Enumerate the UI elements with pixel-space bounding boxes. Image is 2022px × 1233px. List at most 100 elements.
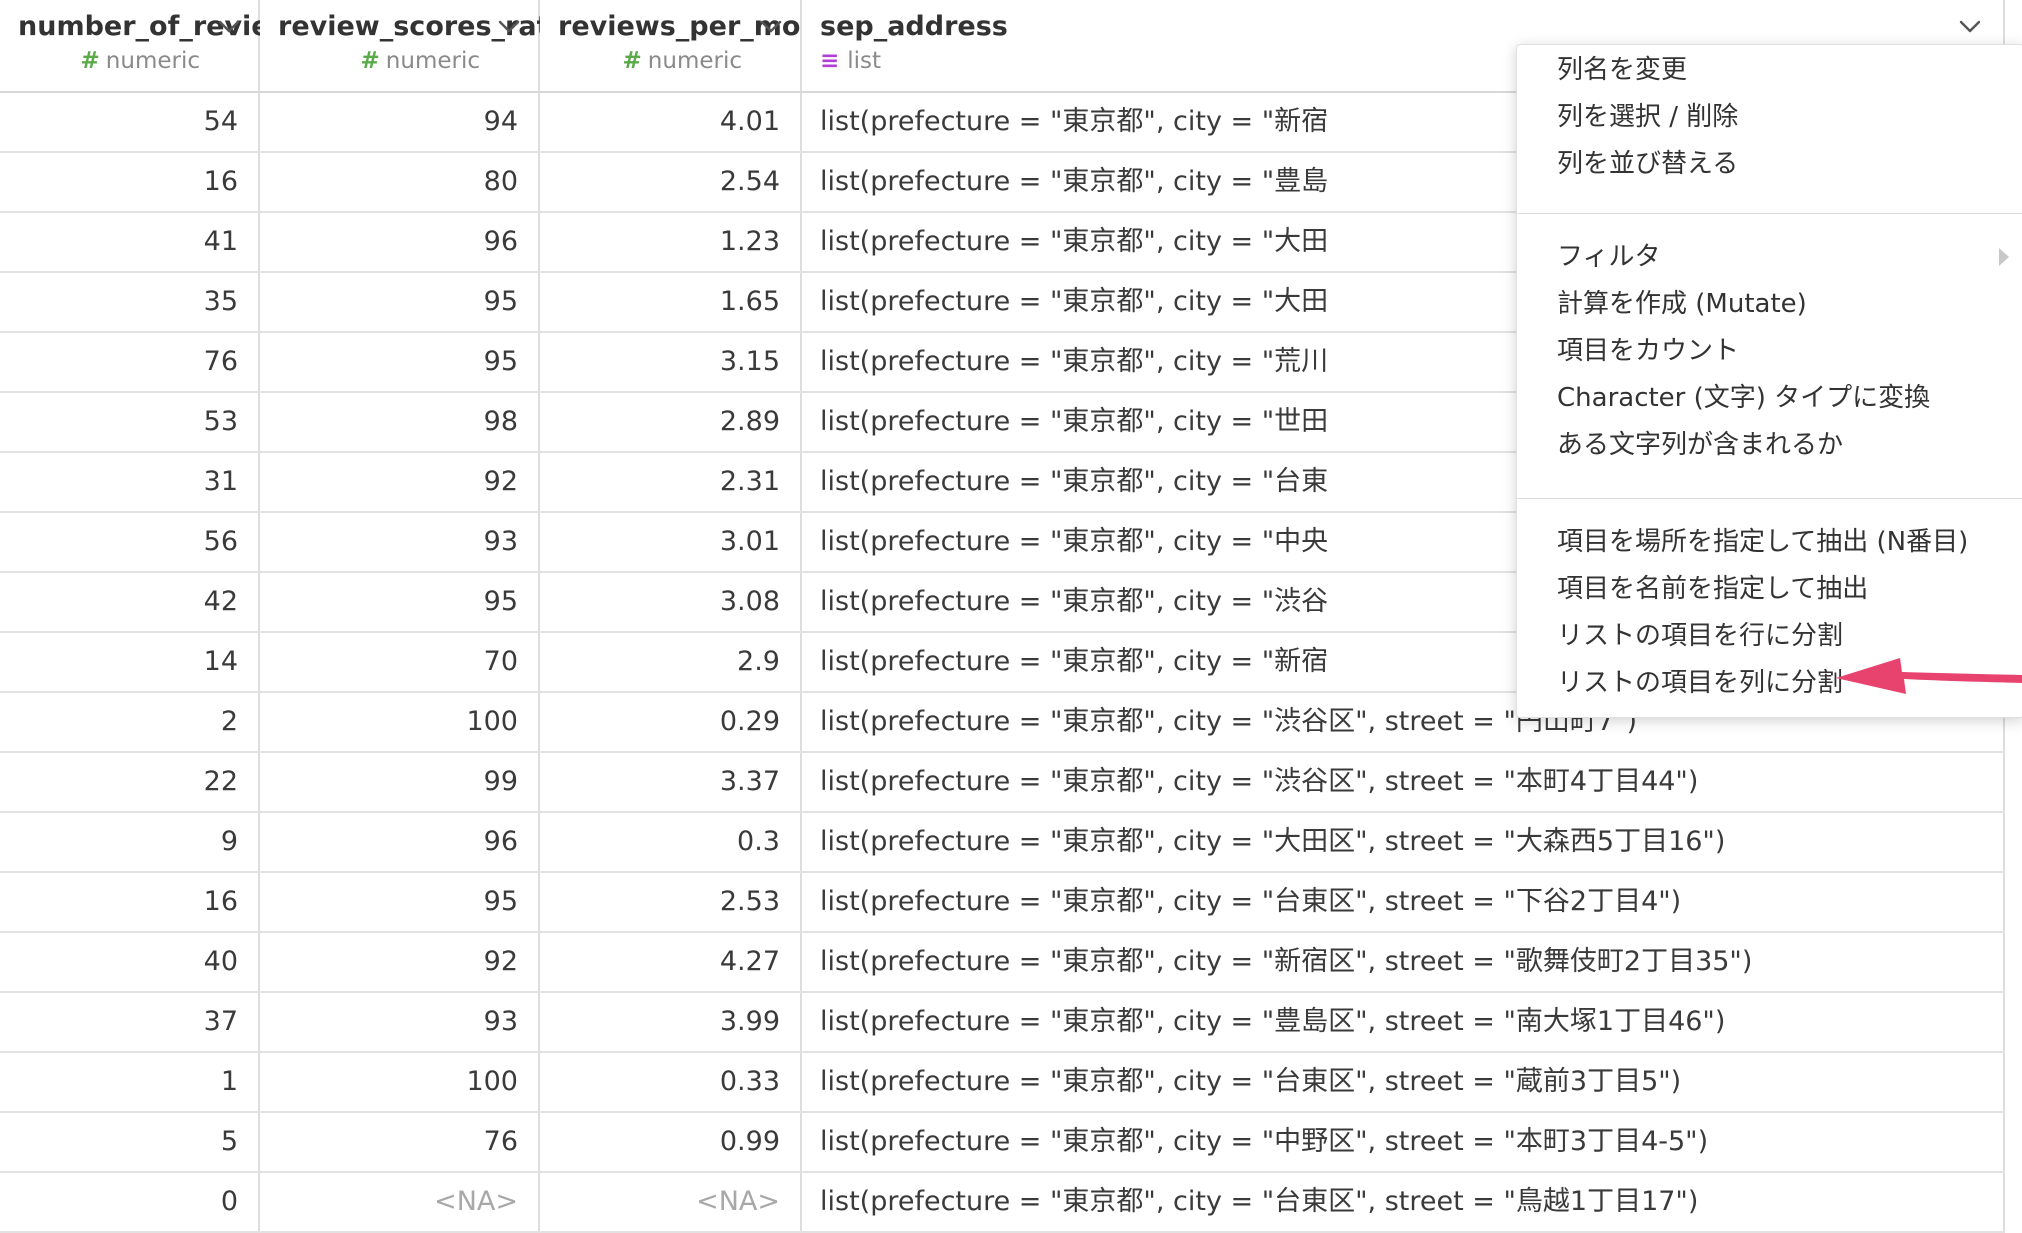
column-context-menu: 列名を変更 列を選択 / 削除 列を並び替える フィルタ 計算を作成 (Mutate) 項… xyxy=(1516,44,2022,718)
table-cell-number-of-reviews: 16 xyxy=(0,153,260,211)
table-cell-reviews-per-month: 3.99 xyxy=(540,993,802,1051)
table-cell-review-scores-rating: 99 xyxy=(260,753,540,811)
table-cell-review-scores-rating: 96 xyxy=(260,813,540,871)
table-cell-sep-address: list(prefecture = "東京都", city = "中野区", s… xyxy=(802,1113,2005,1171)
table-cell-number-of-reviews: 37 xyxy=(0,993,260,1051)
table-cell-review-scores-rating: 94 xyxy=(260,93,540,151)
table-row: 37 93 3.99 list(prefecture = "東京都", city = … xyxy=(0,993,2005,1053)
menu-item[interactable]: 計算を作成 (Mutate) xyxy=(1557,282,1807,326)
table-cell-review-scores-rating: 96 xyxy=(260,213,540,271)
menu-item[interactable]: 項目をカウント xyxy=(1557,329,1739,373)
table-row: 9 96 0.3 list(prefecture = "東京都", city = "大… xyxy=(0,813,2005,873)
table-cell-review-scores-rating: 76 xyxy=(260,1113,540,1171)
table-cell-reviews-per-month: 3.01 xyxy=(540,513,802,571)
chevron-down-icon[interactable] xyxy=(760,16,782,38)
chevron-down-icon[interactable] xyxy=(1959,16,1981,38)
table-cell-reviews-per-month: 0.3 xyxy=(540,813,802,871)
table-cell-number-of-reviews: 5 xyxy=(0,1113,260,1171)
table-cell-reviews-per-month: 1.65 xyxy=(540,273,802,331)
table-cell-review-scores-rating: 92 xyxy=(260,453,540,511)
table-cell-review-scores-rating: 95 xyxy=(260,273,540,331)
table-row: 0 <NA> <NA> list(prefecture = "東京都", city =… xyxy=(0,1173,2005,1233)
numeric-type-icon: # xyxy=(360,48,380,74)
table-cell-reviews-per-month: 2.31 xyxy=(540,453,802,511)
list-type-icon: ≡ xyxy=(820,48,840,74)
numeric-type-icon: # xyxy=(622,48,642,74)
column-type: # numeric xyxy=(361,48,480,74)
menu-item[interactable]: 項目を場所を指定して抽出 (N番目) xyxy=(1557,520,1968,564)
table-row: 16 95 2.53 list(prefecture = "東京都", city = … xyxy=(0,873,2005,933)
table-cell-sep-address: list(prefecture = "東京都", city = "台東区", s… xyxy=(802,1053,2005,1111)
chevron-down-icon[interactable] xyxy=(498,16,520,38)
arrow-pointer-icon xyxy=(1836,658,2022,694)
table-cell-reviews-per-month: <NA> xyxy=(540,1173,802,1231)
table-cell-reviews-per-month: 0.33 xyxy=(540,1053,802,1111)
chevron-right-icon xyxy=(1999,248,2009,266)
menu-item[interactable]: 列名を変更 xyxy=(1557,48,1687,92)
table-cell-reviews-per-month: 4.27 xyxy=(540,933,802,991)
column-type-label: list xyxy=(847,48,882,74)
chevron-down-icon[interactable] xyxy=(218,16,240,38)
table-cell-review-scores-rating: 95 xyxy=(260,333,540,391)
table-cell-review-scores-rating: 98 xyxy=(260,393,540,451)
table-cell-number-of-reviews: 76 xyxy=(0,333,260,391)
menu-divider xyxy=(1517,213,2022,214)
column-header-review-scores-rating[interactable]: review_scores_rating # numeric xyxy=(260,0,597,93)
table-cell-number-of-reviews: 16 xyxy=(0,873,260,931)
table-cell-reviews-per-month: 3.08 xyxy=(540,573,802,631)
table-cell-review-scores-rating: 93 xyxy=(260,993,540,1051)
column-type: # numeric xyxy=(623,48,742,74)
table-cell-number-of-reviews: 53 xyxy=(0,393,260,451)
table-cell-number-of-reviews: 56 xyxy=(0,513,260,571)
menu-item[interactable]: リストの項目を行に分割 xyxy=(1557,614,1843,658)
menu-item[interactable]: ある文字列が含まれるか xyxy=(1557,423,1843,467)
column-type-label: numeric xyxy=(647,48,742,74)
table-row: 5 76 0.99 list(prefecture = "東京都", city = "… xyxy=(0,1113,2005,1173)
table-cell-reviews-per-month: 2.89 xyxy=(540,393,802,451)
column-type: # numeric xyxy=(81,48,200,74)
table-cell-reviews-per-month: 3.37 xyxy=(540,753,802,811)
table-cell-number-of-reviews: 9 xyxy=(0,813,260,871)
table-cell-number-of-reviews: 1 xyxy=(0,1053,260,1111)
menu-divider xyxy=(1517,498,2022,499)
table-cell-number-of-reviews: 35 xyxy=(0,273,260,331)
table-cell-reviews-per-month: 0.29 xyxy=(540,693,802,751)
column-header-number-of-reviews[interactable]: number_of_reviews # numeric xyxy=(0,0,311,93)
table-cell-number-of-reviews: 40 xyxy=(0,933,260,991)
table-cell-reviews-per-month: 0.99 xyxy=(540,1113,802,1171)
table-cell-review-scores-rating: <NA> xyxy=(260,1173,540,1231)
table-cell-number-of-reviews: 54 xyxy=(0,93,260,151)
table-cell-number-of-reviews: 2 xyxy=(0,693,260,751)
table-cell-review-scores-rating: 92 xyxy=(260,933,540,991)
table-cell-reviews-per-month: 2.9 xyxy=(540,633,802,691)
table-cell-reviews-per-month: 3.15 xyxy=(540,333,802,391)
table-row: 40 92 4.27 list(prefecture = "東京都", city = … xyxy=(0,933,2005,993)
table-cell-review-scores-rating: 100 xyxy=(260,693,540,751)
table-cell-reviews-per-month: 4.01 xyxy=(540,93,802,151)
table-cell-sep-address: list(prefecture = "東京都", city = "渋谷区", s… xyxy=(802,753,2005,811)
table-cell-review-scores-rating: 100 xyxy=(260,1053,540,1111)
table-cell-review-scores-rating: 70 xyxy=(260,633,540,691)
column-header-reviews-per-month[interactable]: reviews_per_month # numeric xyxy=(540,0,852,93)
table-cell-number-of-reviews: 31 xyxy=(0,453,260,511)
table-cell-reviews-per-month: 1.23 xyxy=(540,213,802,271)
menu-item[interactable]: Character (文字) タイプに変換 xyxy=(1557,376,1930,420)
table-cell-sep-address: list(prefecture = "東京都", city = "新宿区", s… xyxy=(802,933,2005,991)
table-cell-review-scores-rating: 95 xyxy=(260,573,540,631)
table-cell-review-scores-rating: 80 xyxy=(260,153,540,211)
table-cell-reviews-per-month: 2.53 xyxy=(540,873,802,931)
table-cell-number-of-reviews: 41 xyxy=(0,213,260,271)
menu-item[interactable]: フィルタ xyxy=(1557,235,1660,279)
table-cell-sep-address: list(prefecture = "東京都", city = "台東区", s… xyxy=(802,873,2005,931)
table-cell-sep-address: list(prefecture = "東京都", city = "豊島区", s… xyxy=(802,993,2005,1051)
table-cell-number-of-reviews: 14 xyxy=(0,633,260,691)
menu-item[interactable]: 項目を名前を指定して抽出 xyxy=(1557,567,1868,611)
table-cell-number-of-reviews: 22 xyxy=(0,753,260,811)
menu-item[interactable]: 列を選択 / 削除 xyxy=(1557,95,1738,139)
column-type-label: numeric xyxy=(105,48,200,74)
menu-item[interactable]: リストの項目を列に分割 xyxy=(1557,661,1843,705)
column-name: sep_address xyxy=(820,11,1008,42)
menu-item[interactable]: 列を並び替える xyxy=(1557,142,1738,186)
table-cell-reviews-per-month: 2.54 xyxy=(540,153,802,211)
table-cell-review-scores-rating: 95 xyxy=(260,873,540,931)
